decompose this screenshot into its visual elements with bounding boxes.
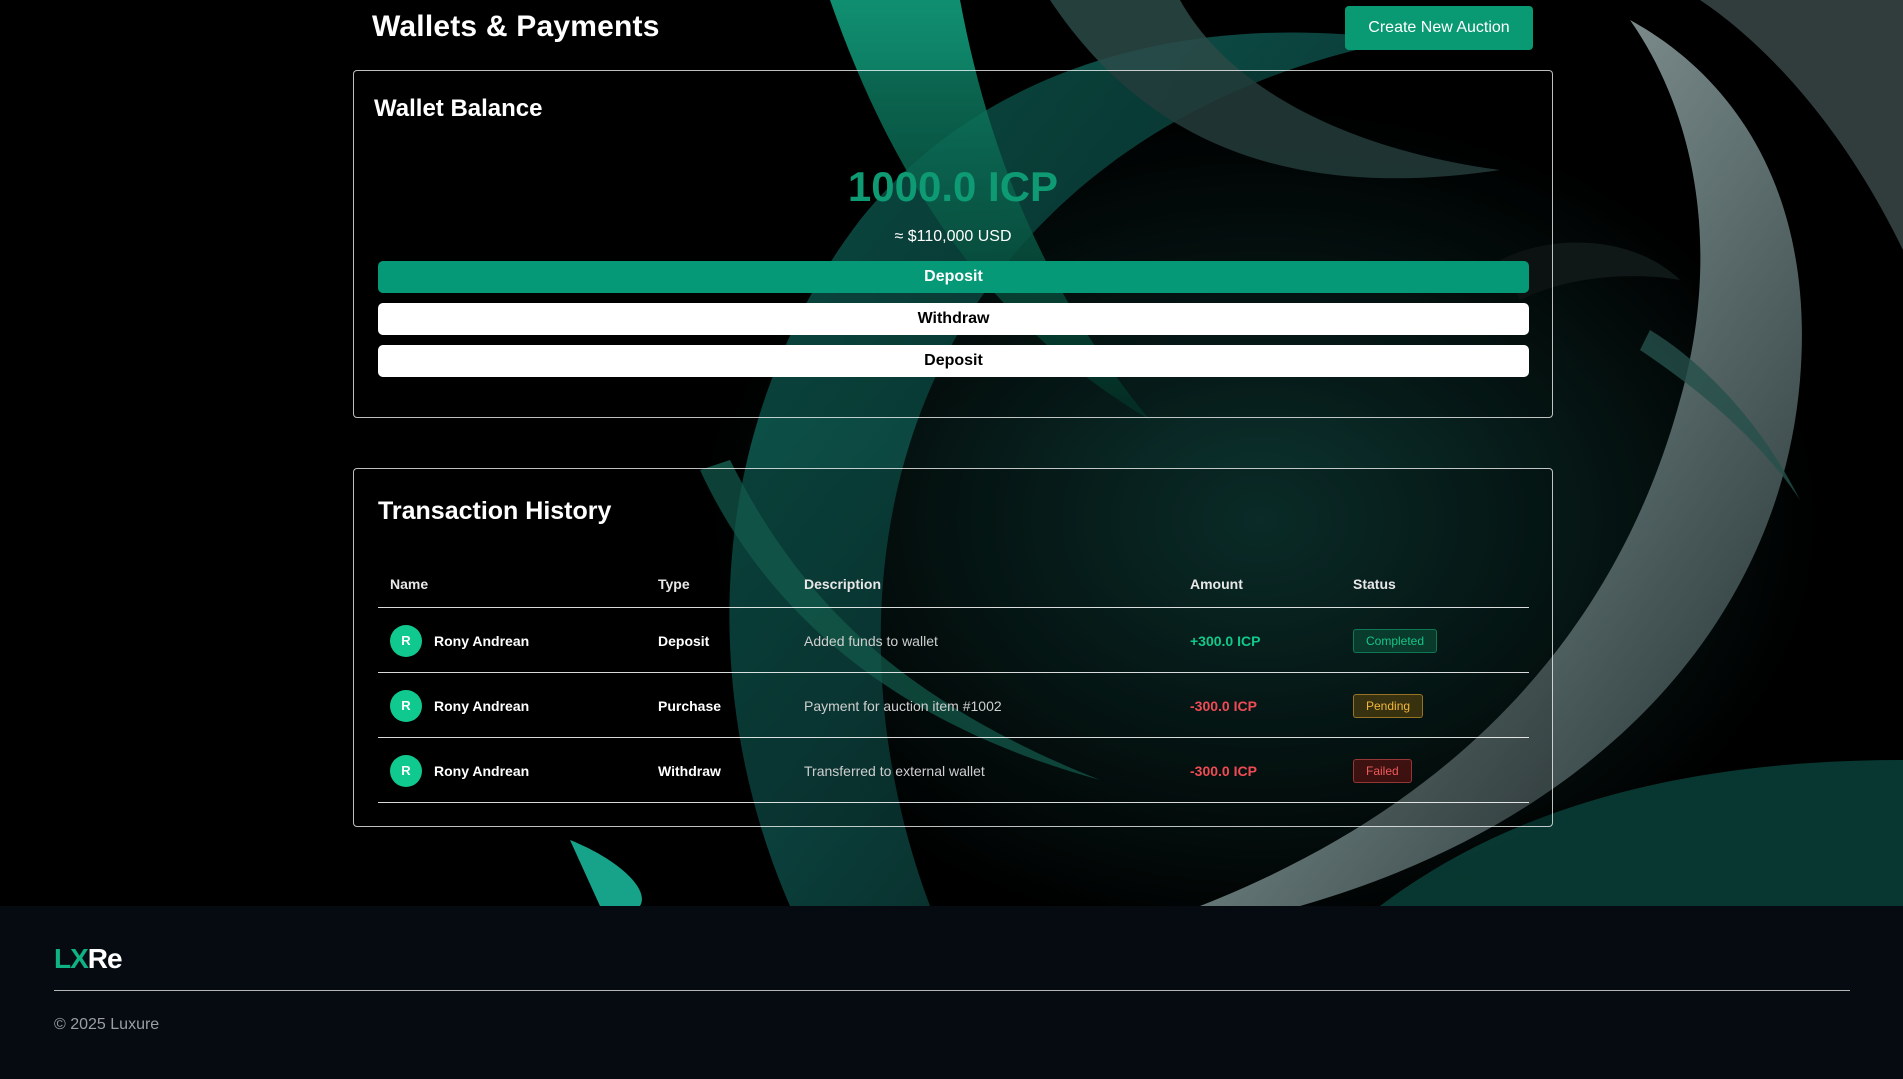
transaction-description: Added funds to wallet xyxy=(804,632,938,649)
transaction-type: Purchase xyxy=(658,697,722,714)
column-header-amount: Amount xyxy=(1190,576,1243,592)
footer-divider xyxy=(54,990,1850,991)
withdraw-button[interactable]: Withdraw xyxy=(378,303,1529,335)
main-content: Wallets & Payments Create New Auction Wa… xyxy=(0,0,1903,906)
create-new-auction-button[interactable]: Create New Auction xyxy=(1345,6,1533,50)
logo-part-lx: LX xyxy=(54,943,89,974)
user-name: Rony Andrean xyxy=(434,762,530,779)
footer-logo[interactable]: LXRe xyxy=(54,943,123,975)
transaction-table: Name Type Description Amount Status R Ro… xyxy=(378,563,1529,803)
status-cell: Pending xyxy=(1353,673,1424,738)
wallet-balance-card: Wallet Balance 1000.0 ICP ≈ $110,000 USD… xyxy=(353,70,1553,418)
page-title: Wallets & Payments xyxy=(372,10,660,43)
table-row[interactable]: R Rony Andrean Purchase Payment for auct… xyxy=(378,673,1529,738)
avatar: R xyxy=(390,689,422,722)
wallet-balance-amount: 1000.0 ICP xyxy=(847,163,1059,210)
transaction-amount: -300.0 ICP xyxy=(1190,762,1257,779)
status-cell: Failed xyxy=(1353,738,1412,803)
wallet-balance-usd: ≈ $110,000 USD xyxy=(894,228,1012,245)
column-header-status: Status xyxy=(1353,576,1396,592)
avatar: R xyxy=(390,754,422,787)
copyright-text: © 2025 Luxure xyxy=(54,1016,160,1033)
page: Wallets & Payments Create New Auction Wa… xyxy=(0,0,1903,1079)
column-header-name: Name xyxy=(390,576,429,592)
user-name: Rony Andrean xyxy=(434,632,530,649)
transaction-history-title: Transaction History xyxy=(378,497,612,525)
table-row[interactable]: R Rony Andrean Deposit Added funds to wa… xyxy=(378,608,1529,673)
user-name: Rony Andrean xyxy=(434,697,530,714)
footer: LXRe © 2025 Luxure xyxy=(0,906,1903,1079)
transaction-description: Payment for auction item #1002 xyxy=(804,697,1002,714)
deposit-button[interactable]: Deposit xyxy=(378,261,1529,293)
column-header-type: Type xyxy=(658,576,690,592)
table-row[interactable]: R Rony Andrean Withdraw Transferred to e… xyxy=(378,738,1529,803)
transaction-type: Deposit xyxy=(658,632,710,649)
deposit-secondary-button[interactable]: Deposit xyxy=(378,345,1529,377)
status-cell: Completed xyxy=(1353,608,1438,673)
transaction-type: Withdraw xyxy=(658,762,721,779)
status-badge: Pending xyxy=(1353,693,1424,718)
table-header: Name Type Description Amount Status xyxy=(378,563,1529,608)
status-badge: Failed xyxy=(1353,758,1412,783)
name-cell: R Rony Andrean xyxy=(390,738,529,803)
transaction-amount: +300.0 ICP xyxy=(1190,632,1261,649)
transaction-amount: -300.0 ICP xyxy=(1190,697,1257,714)
transaction-description: Transferred to external wallet xyxy=(804,762,985,779)
avatar: R xyxy=(390,624,422,657)
column-header-description: Description xyxy=(804,576,882,592)
logo-part-re: Re xyxy=(87,943,123,974)
name-cell: R Rony Andrean xyxy=(390,673,529,738)
wallet-balance-title: Wallet Balance xyxy=(374,95,543,122)
name-cell: R Rony Andrean xyxy=(390,608,529,673)
status-badge: Completed xyxy=(1353,628,1438,653)
transaction-history-card: Transaction History Name Type Descriptio… xyxy=(353,468,1553,827)
